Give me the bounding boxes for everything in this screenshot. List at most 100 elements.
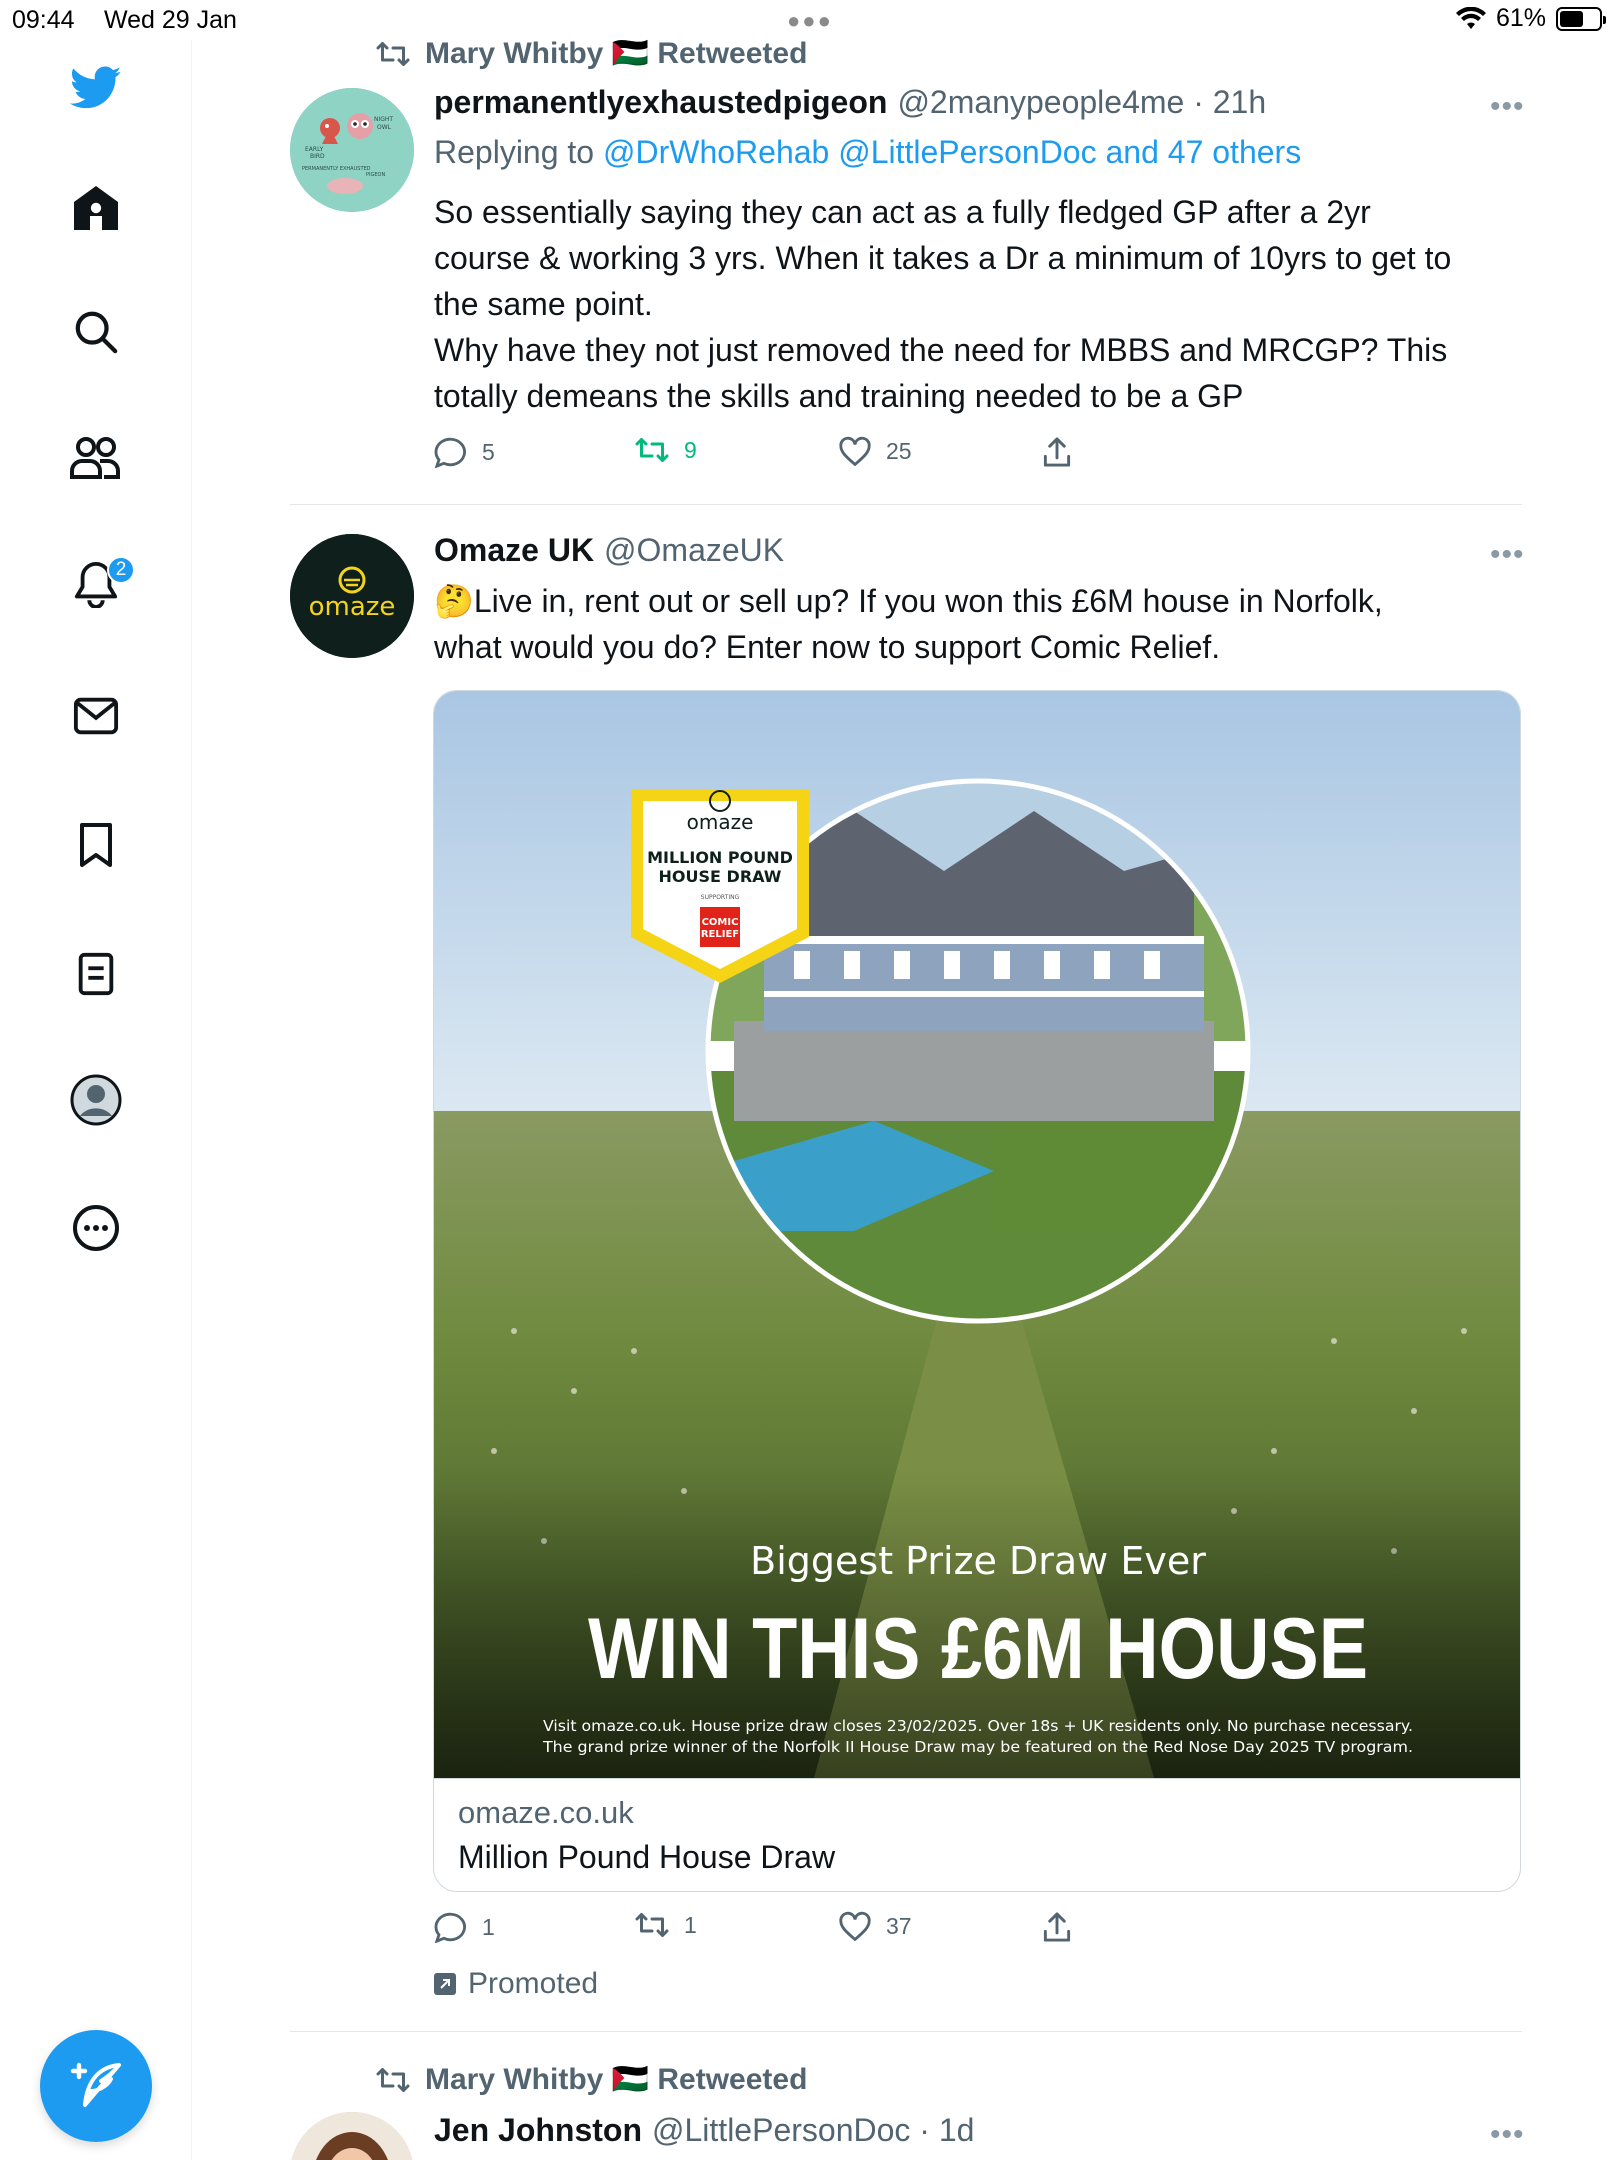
tweet-divider <box>290 504 1522 505</box>
reply-count: 1 <box>482 1913 495 1940</box>
more-options-icon[interactable]: ••• <box>1490 538 1525 572</box>
tweet-text-line: So essentially saying they can act as a … <box>434 194 1371 230</box>
author-handle[interactable]: @OmazeUK <box>604 532 784 569</box>
badge-title-1: MILLION POUND <box>647 848 793 867</box>
avatar-label-pigeon: PERMANENTLY EXHAUSTED <box>302 166 371 172</box>
retweet-icon <box>635 1913 669 1937</box>
avatar-label-night: NIGHT <box>374 116 393 123</box>
tweet-text: So essentially saying they can act as a … <box>434 189 1524 419</box>
retweet-button[interactable]: 9 <box>634 436 697 464</box>
share-icon <box>1043 437 1071 467</box>
search-icon[interactable] <box>66 302 126 362</box>
retweet-icon <box>376 41 410 66</box>
ad-headline-big: WIN THIS £6M HOUSE <box>588 1601 1368 1697</box>
avatar-label-early: EARLY <box>305 146 324 153</box>
tweet-divider <box>290 2031 1522 2032</box>
share-button[interactable] <box>1042 1911 1072 1943</box>
badge-charity-2: RELIEF <box>701 929 739 940</box>
tweet-text: 🤔Live in, rent out or sell up? If you wo… <box>434 578 1524 670</box>
like-count: 25 <box>886 437 912 464</box>
replying-prefix: Replying to <box>434 134 595 170</box>
tweet-header: Jen Johnston @LittlePersonDoc · 1d <box>434 2112 974 2149</box>
avatar-brand-text: omaze <box>309 592 396 622</box>
replying-to: Replying to @DrWhoRehab @LittlePersonDoc… <box>434 134 1301 171</box>
notifications-badge: 2 <box>107 556 135 584</box>
author-name[interactable]: Omaze UK <box>434 532 594 569</box>
retweeted-by[interactable]: Mary Whitby 🇵🇸 Retweeted <box>425 2062 807 2097</box>
status-time: 09:44 <box>12 6 75 34</box>
ad-fine-print-2: The grand prize winner of the Norfolk II… <box>542 1738 1413 1756</box>
more-icon[interactable] <box>66 1198 126 1258</box>
compose-icon <box>70 2062 121 2107</box>
badge-charity-1: COMIC <box>702 917 739 928</box>
like-button[interactable]: 37 <box>838 1911 912 1941</box>
retweeted-by[interactable]: Mary Whitby 🇵🇸 Retweeted <box>425 36 807 71</box>
tweet-text-line: what would you do? Enter now to support … <box>434 629 1221 665</box>
badge-supporting: SUPPORTING <box>701 894 740 901</box>
communities-icon[interactable] <box>66 428 126 488</box>
share-icon <box>1043 1912 1071 1942</box>
ad-image[interactable]: omaze MILLION POUND HOUSE DRAW SUPPORTIN… <box>434 691 1520 1778</box>
reply-count: 5 <box>482 438 495 465</box>
avatar[interactable] <box>290 2112 414 2160</box>
author-name[interactable]: Jen Johnston <box>434 2112 642 2149</box>
messages-icon[interactable] <box>66 686 126 746</box>
author-handle[interactable]: @LittlePersonDoc · 1d <box>652 2112 974 2149</box>
wifi-icon <box>1455 6 1486 29</box>
retweet-count: 1 <box>684 1911 697 1938</box>
tweet-text-line: 🤔Live in, rent out or sell up? If you wo… <box>434 583 1383 619</box>
avatar-label-owl: OWL <box>377 124 392 131</box>
more-options-icon[interactable]: ••• <box>1490 2118 1525 2152</box>
like-button[interactable]: 25 <box>838 436 912 466</box>
ad-headline-small: Biggest Prize Draw Ever <box>750 1539 1206 1583</box>
card-title: Million Pound House Draw <box>458 1839 836 1875</box>
status-date: Wed 29 Jan <box>104 6 237 34</box>
notifications-icon[interactable]: 2 <box>66 554 135 614</box>
author-name[interactable]: permanentlyexhaustedpigeon <box>434 84 887 121</box>
battery-percent: 61% <box>1495 4 1546 32</box>
tweet-text-line: the same point. <box>434 286 653 322</box>
multitasking-dots-icon[interactable]: ●●● <box>787 8 833 34</box>
twitter-logo-icon[interactable] <box>66 58 126 118</box>
badge-title-2: HOUSE DRAW <box>659 867 782 886</box>
promoted-icon <box>434 1973 456 1995</box>
social-context: Mary Whitby 🇵🇸 Retweeted <box>375 2062 807 2097</box>
bookmarks-icon[interactable] <box>66 815 126 875</box>
badge-brand: omaze <box>687 810 754 834</box>
author-handle[interactable]: @2manypeople4me · 21h <box>897 84 1266 121</box>
promoted-text: Promoted <box>468 1967 599 2000</box>
retweet-count: 9 <box>684 436 697 463</box>
status-indicators: 61% <box>1455 4 1606 33</box>
tweet-text-line: Why have they not just removed the need … <box>434 332 1448 368</box>
share-button[interactable] <box>1042 436 1072 468</box>
avatar-label-bird: BIRD <box>310 153 325 160</box>
card-domain: omaze.co.uk <box>458 1795 634 1830</box>
retweet-icon <box>376 2067 410 2092</box>
compose-button[interactable] <box>40 2030 152 2142</box>
lists-icon[interactable] <box>66 944 126 1004</box>
battery-icon <box>1556 6 1606 31</box>
avatar[interactable]: omaze <box>290 534 414 658</box>
heart-icon <box>839 436 871 466</box>
replying-to-links[interactable]: @DrWhoRehab @LittlePersonDoc and 47 othe… <box>603 134 1301 170</box>
tweet-header: permanentlyexhaustedpigeon @2manypeople4… <box>434 84 1266 121</box>
reply-icon <box>434 437 466 468</box>
reply-icon <box>434 1912 466 1943</box>
heart-icon <box>839 1911 871 1941</box>
ad-fine-print-1: Visit omaze.co.uk. House prize draw clos… <box>543 1717 1413 1735</box>
promoted-label: Promoted <box>434 1967 598 2001</box>
sidebar: 2 <box>0 40 192 2160</box>
tweet-text-line: course & working 3 yrs. When it takes a … <box>434 240 1452 276</box>
more-options-icon[interactable]: ••• <box>1490 90 1525 124</box>
home-icon[interactable] <box>66 177 126 237</box>
retweet-button[interactable]: 1 <box>634 1911 697 1939</box>
social-context: Mary Whitby 🇵🇸 Retweeted <box>375 36 807 71</box>
reply-button[interactable]: 5 <box>434 436 495 468</box>
status-bar: 09:44 Wed 29 Jan ●●● 61% <box>0 0 1620 40</box>
avatar[interactable]: EARLY BIRD NIGHT OWL PERMANENTLY EXHAUST… <box>290 88 414 212</box>
link-card[interactable]: omaze MILLION POUND HOUSE DRAW SUPPORTIN… <box>433 690 1521 1892</box>
profile-icon[interactable] <box>66 1070 126 1130</box>
card-meta[interactable]: omaze.co.uk Million Pound House Draw <box>434 1778 1520 1891</box>
avatar-label-pigeon2: PIGEON <box>366 172 385 178</box>
reply-button[interactable]: 1 <box>434 1911 495 1943</box>
